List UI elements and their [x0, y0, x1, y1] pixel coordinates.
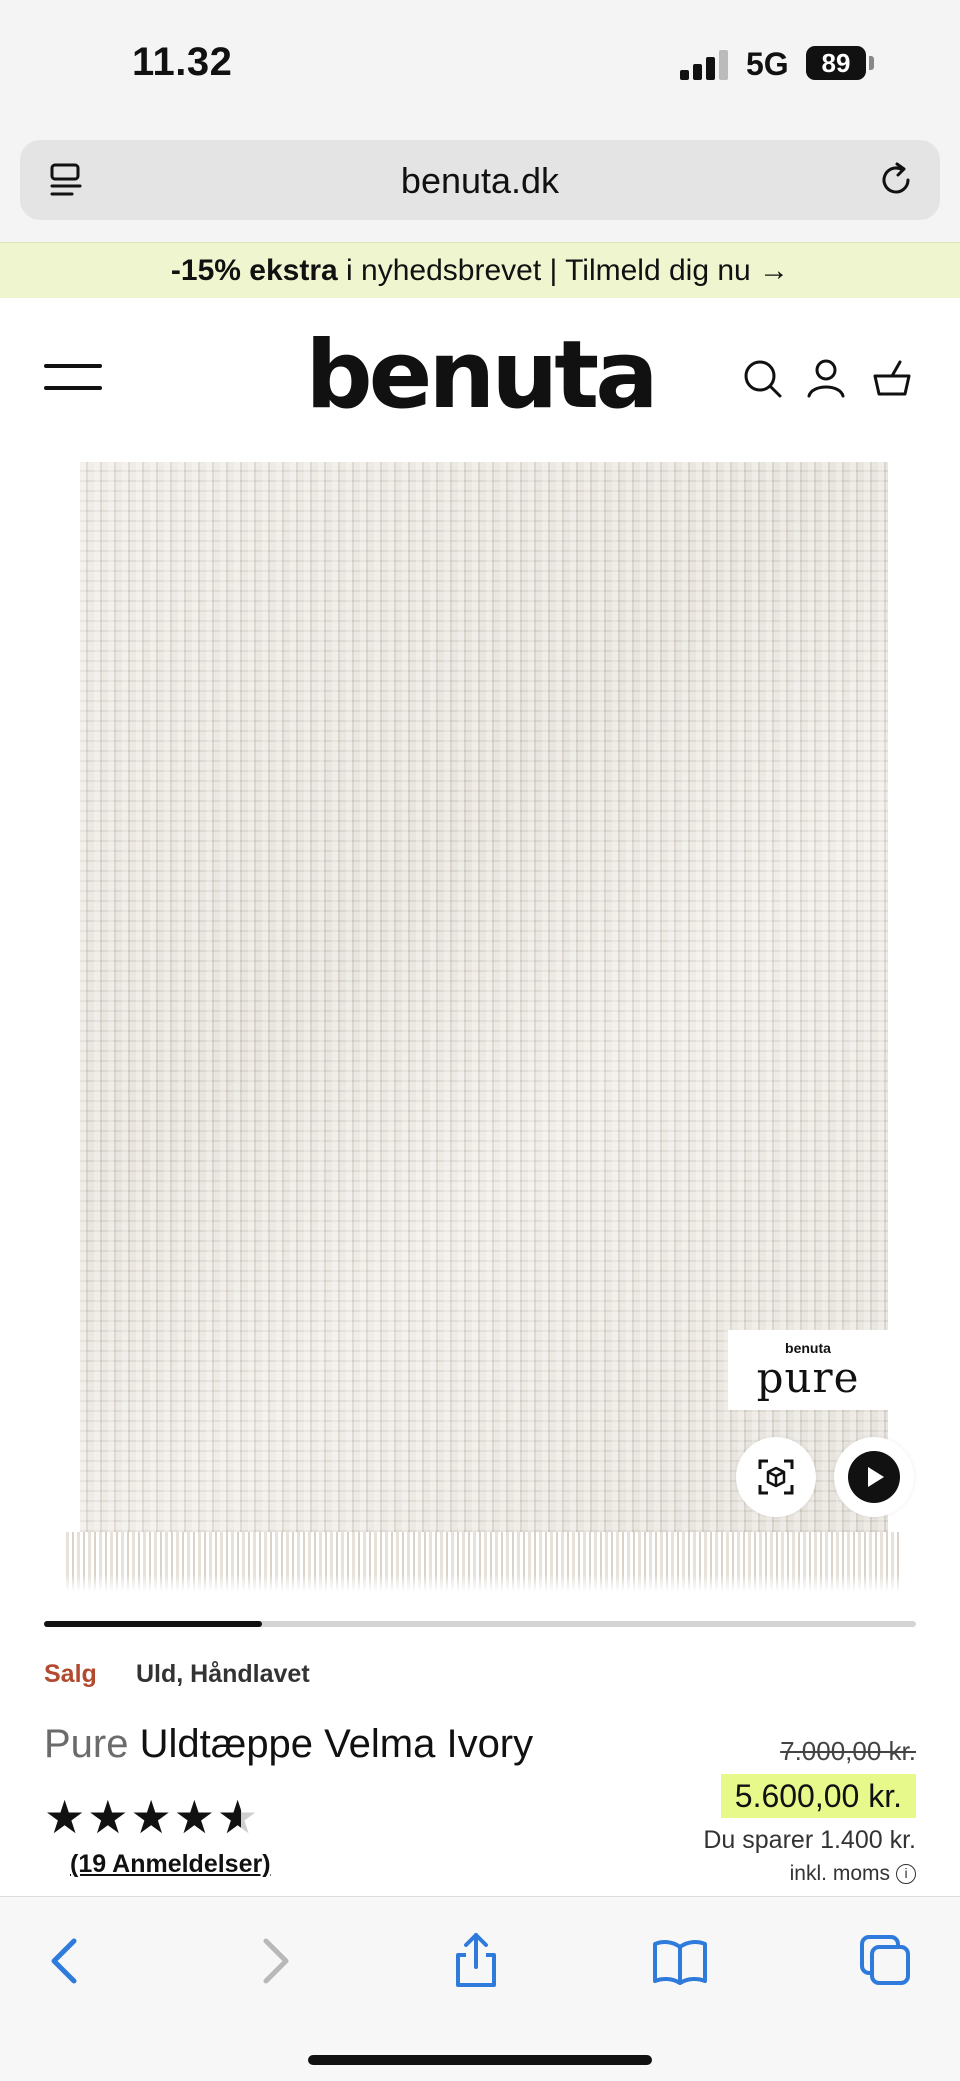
half-star-icon: ★: [217, 1792, 260, 1842]
full-stars: ★★★★: [44, 1791, 217, 1843]
product-brand[interactable]: Pure: [44, 1722, 129, 1766]
back-icon[interactable]: [36, 1931, 96, 1991]
pure-brand-badge: benuta pure: [728, 1330, 888, 1410]
info-icon[interactable]: i: [896, 1864, 916, 1885]
vat-note: inkl. moms i: [790, 1862, 916, 1886]
site-header: benuta: [0, 298, 960, 462]
ar-view-button[interactable]: [736, 1437, 816, 1517]
status-time: 11.32: [132, 40, 233, 84]
vat-text: inkl. moms: [789, 1862, 890, 1885]
url-area: benuta.dk: [0, 130, 960, 242]
battery-tip: [869, 56, 874, 70]
address-bar[interactable]: benuta.dk: [20, 140, 940, 220]
play-video-button[interactable]: [834, 1437, 914, 1517]
newsletter-promo-banner[interactable]: -15% ekstra i nyhedsbrevet | Tilmeld dig…: [0, 242, 960, 298]
browser-toolbar: [0, 1896, 960, 2081]
savings-text: Du sparer 1.400 kr.: [703, 1826, 916, 1854]
status-bar: 11.32 5G 89: [0, 0, 960, 130]
promo-bold: -15% ekstra: [170, 254, 338, 287]
bookmarks-icon[interactable]: [650, 1931, 710, 1991]
url-text[interactable]: benuta.dk: [20, 160, 940, 202]
play-icon: [848, 1451, 900, 1503]
reviews-link[interactable]: (19 Anmeldelser): [70, 1850, 271, 1879]
ar-icon: [758, 1459, 794, 1495]
cart-icon[interactable]: [870, 356, 914, 400]
home-indicator[interactable]: [308, 2055, 652, 2065]
share-icon[interactable]: [446, 1931, 506, 1991]
attribute-tags: Uld, Håndlavet: [136, 1660, 310, 1688]
signal-icon: [680, 50, 730, 80]
promo-text: i nyhedsbrevet | Tilmeld dig nu →: [337, 254, 790, 287]
network-label: 5G: [746, 46, 789, 82]
carousel-progress-track[interactable]: [44, 1621, 916, 1627]
account-icon[interactable]: [804, 356, 848, 400]
tabs-icon[interactable]: [856, 1931, 916, 1991]
carousel-progress-fill: [44, 1621, 262, 1627]
pure-badge-big: pure: [756, 1353, 860, 1402]
product-name: Uldtæppe Velma Ivory: [128, 1722, 534, 1766]
product-title: Pure Uldtæppe Velma Ivory: [44, 1722, 533, 1767]
product-image[interactable]: [60, 462, 900, 1600]
sale-tag: Salg: [44, 1660, 97, 1688]
sale-price: 5.600,00 kr.: [720, 1774, 916, 1818]
original-price: 7.000,00 kr.: [780, 1736, 916, 1766]
reload-icon[interactable]: [874, 158, 918, 202]
forward-icon[interactable]: [244, 1931, 304, 1991]
rating-stars[interactable]: ★★★★★: [44, 1792, 260, 1842]
search-icon[interactable]: [740, 356, 784, 400]
rug-fringe: [66, 1532, 900, 1592]
battery-icon: 89: [806, 46, 866, 80]
